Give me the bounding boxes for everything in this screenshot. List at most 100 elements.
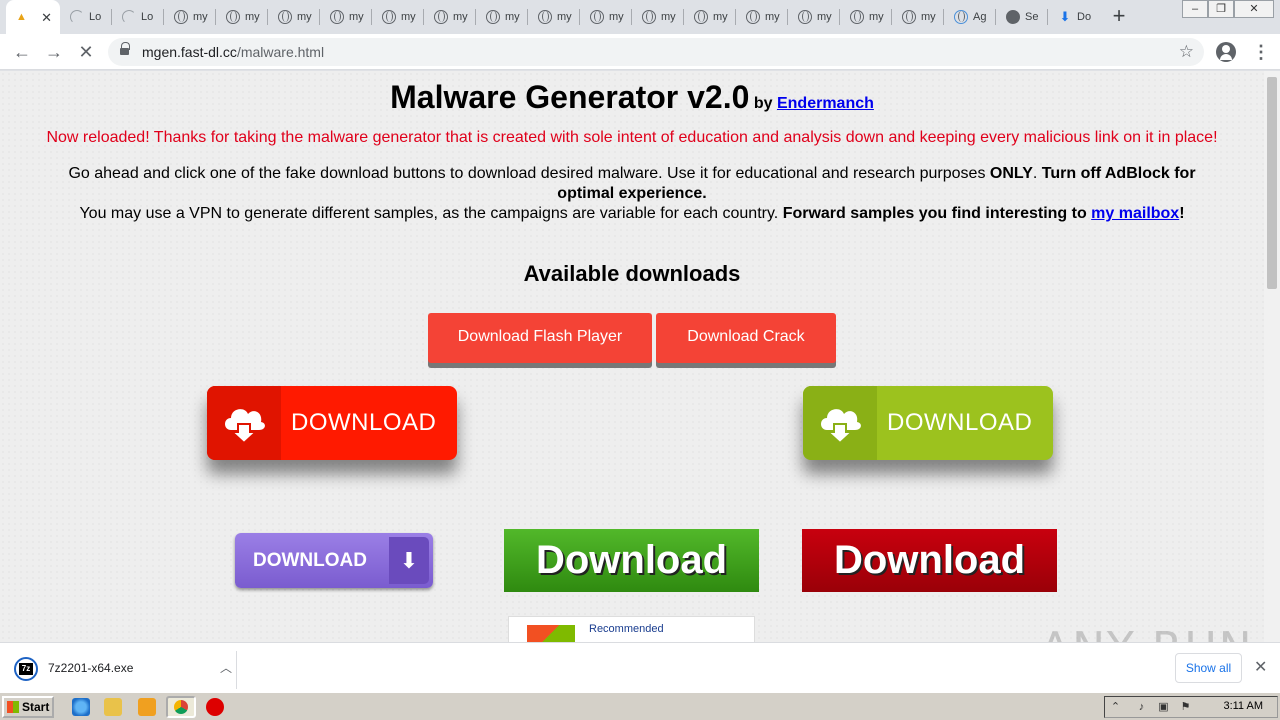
tab-item[interactable]: my bbox=[530, 0, 580, 34]
tab-item[interactable]: my bbox=[270, 0, 320, 34]
url-text[interactable]: mgen.fast-dl.cc/malware.html bbox=[142, 44, 324, 60]
show-all-button[interactable]: Show all bbox=[1175, 653, 1242, 683]
globe-icon bbox=[642, 10, 656, 24]
tab-label: Se bbox=[1025, 11, 1039, 23]
globe-icon bbox=[226, 10, 240, 24]
scroll-thumb[interactable] bbox=[1267, 77, 1277, 289]
tab-item[interactable]: my bbox=[478, 0, 528, 34]
globe-icon bbox=[746, 10, 760, 24]
tab-label: Lo bbox=[89, 11, 102, 23]
download-icon: ⬇ bbox=[1059, 9, 1071, 24]
tab-label: my bbox=[869, 11, 884, 23]
mailbox-link[interactable]: my mailbox bbox=[1091, 205, 1179, 222]
author-link[interactable]: Endermanch bbox=[777, 95, 874, 112]
download-flash-button[interactable]: Download Flash Player bbox=[428, 313, 652, 363]
watermark: ANY RUN bbox=[1040, 623, 1254, 642]
download-purple-button[interactable]: DOWNLOAD ⬇ bbox=[235, 533, 433, 588]
recommended-label: Recommended bbox=[589, 623, 664, 635]
cloud-download-icon bbox=[803, 386, 877, 460]
folder-icon[interactable] bbox=[104, 698, 122, 716]
maximize-button[interactable]: ❐ bbox=[1208, 0, 1234, 18]
tab-label: my bbox=[505, 11, 520, 23]
globe-icon bbox=[434, 10, 448, 24]
download-green-big-button[interactable]: DOWNLOAD bbox=[803, 386, 1053, 460]
page-content: Malware Generator v2.0 by Endermanch Now… bbox=[0, 71, 1264, 642]
download-shelf: 7z2201-x64.exe ︿ Show all ✕ bbox=[0, 642, 1280, 692]
profile-avatar-icon[interactable] bbox=[1216, 42, 1236, 62]
back-button[interactable]: ← bbox=[10, 40, 34, 64]
download-item[interactable]: 7z2201-x64.exe ︿ bbox=[14, 657, 236, 681]
globe-icon bbox=[538, 10, 552, 24]
chevron-up-icon[interactable]: ︿ bbox=[220, 659, 232, 676]
tab-item[interactable]: my bbox=[790, 0, 840, 34]
tab-label: my bbox=[557, 11, 572, 23]
close-icon[interactable]: ✕ bbox=[41, 10, 52, 26]
tab-item[interactable]: my bbox=[582, 0, 632, 34]
close-icon[interactable]: ✕ bbox=[1254, 657, 1267, 677]
stop-button[interactable]: ✕ bbox=[74, 40, 98, 64]
tab-item[interactable]: my bbox=[634, 0, 684, 34]
globe-icon bbox=[382, 10, 396, 24]
tab-item[interactable]: Se bbox=[998, 0, 1048, 34]
tab-item[interactable]: my bbox=[166, 0, 216, 34]
tab-item[interactable]: Ag bbox=[946, 0, 996, 34]
tab-active[interactable]: ▲ ✕ bbox=[6, 0, 60, 34]
tab-item[interactable]: my bbox=[218, 0, 268, 34]
tab-item[interactable]: my bbox=[374, 0, 424, 34]
globe-icon bbox=[174, 10, 188, 24]
7zip-file-icon bbox=[14, 657, 38, 681]
start-button[interactable]: Start bbox=[2, 696, 54, 718]
download-red-big-button[interactable]: DOWNLOAD bbox=[207, 386, 457, 460]
tab-label: my bbox=[349, 11, 364, 23]
cloud-download-icon bbox=[207, 386, 281, 460]
window-close-button[interactable]: ✕ bbox=[1234, 0, 1274, 18]
address-bar[interactable]: mgen.fast-dl.cc/malware.html ☆ bbox=[108, 38, 1204, 66]
tab-label: my bbox=[245, 11, 260, 23]
globe-icon bbox=[798, 10, 812, 24]
chrome-taskbar-button[interactable] bbox=[166, 696, 196, 718]
tab-strip: ▲ ✕ Lo Lo my my my my my my my my my my … bbox=[0, 0, 1280, 34]
speaker-icon[interactable]: ♪ bbox=[1135, 701, 1148, 714]
tab-label: my bbox=[401, 11, 416, 23]
tray-expand-icon[interactable]: ⌃ bbox=[1109, 701, 1122, 714]
tab-label: Lo bbox=[141, 11, 154, 23]
media-player-icon[interactable] bbox=[138, 698, 156, 716]
forward-button[interactable]: → bbox=[42, 40, 66, 64]
download-crack-button[interactable]: Download Crack bbox=[656, 313, 836, 363]
tab-item[interactable]: Lo bbox=[114, 0, 164, 34]
globe-icon bbox=[486, 10, 500, 24]
warning-app-icon[interactable] bbox=[206, 698, 224, 716]
loading-icon bbox=[122, 10, 136, 24]
ie-icon[interactable] bbox=[72, 698, 90, 716]
windows-logo-icon bbox=[527, 625, 575, 642]
tab-item[interactable]: my bbox=[686, 0, 736, 34]
recommended-banner[interactable]: Recommended bbox=[508, 616, 755, 642]
download-green-bold-button[interactable]: Download bbox=[504, 529, 759, 592]
globe-icon bbox=[590, 10, 604, 24]
menu-kebab-icon[interactable]: ⋮ bbox=[1252, 42, 1270, 62]
tab-item[interactable]: ⬇ Do bbox=[1050, 0, 1100, 34]
tab-item[interactable]: my bbox=[894, 0, 944, 34]
tab-item[interactable]: Lo bbox=[62, 0, 112, 34]
warning-icon: ▲ bbox=[16, 11, 27, 23]
flag-icon[interactable]: ⚑ bbox=[1179, 701, 1192, 714]
gear-icon bbox=[954, 10, 968, 24]
tab-label: Ag bbox=[973, 11, 987, 23]
tab-label: my bbox=[765, 11, 780, 23]
network-icon[interactable]: ▣ bbox=[1157, 701, 1170, 714]
download-darkred-bold-button[interactable]: Download bbox=[802, 529, 1057, 592]
bookmark-star-icon[interactable]: ☆ bbox=[1179, 42, 1194, 62]
tab-item[interactable]: my bbox=[426, 0, 476, 34]
tab-label: my bbox=[713, 11, 728, 23]
minimize-button[interactable]: – bbox=[1182, 0, 1208, 18]
new-tab-button[interactable]: + bbox=[1108, 5, 1130, 27]
page-scrollbar[interactable] bbox=[1264, 71, 1280, 642]
tab-item[interactable]: my bbox=[738, 0, 788, 34]
globe-icon bbox=[694, 10, 708, 24]
system-tray: ⌃ ♪ ▣ ⚑ 3:11 AM bbox=[1104, 696, 1278, 718]
button-label: DOWNLOAD bbox=[887, 409, 1033, 436]
tab-item[interactable]: my bbox=[842, 0, 892, 34]
tab-item[interactable]: my bbox=[322, 0, 372, 34]
tab-label: my bbox=[297, 11, 312, 23]
tab-label: my bbox=[661, 11, 676, 23]
